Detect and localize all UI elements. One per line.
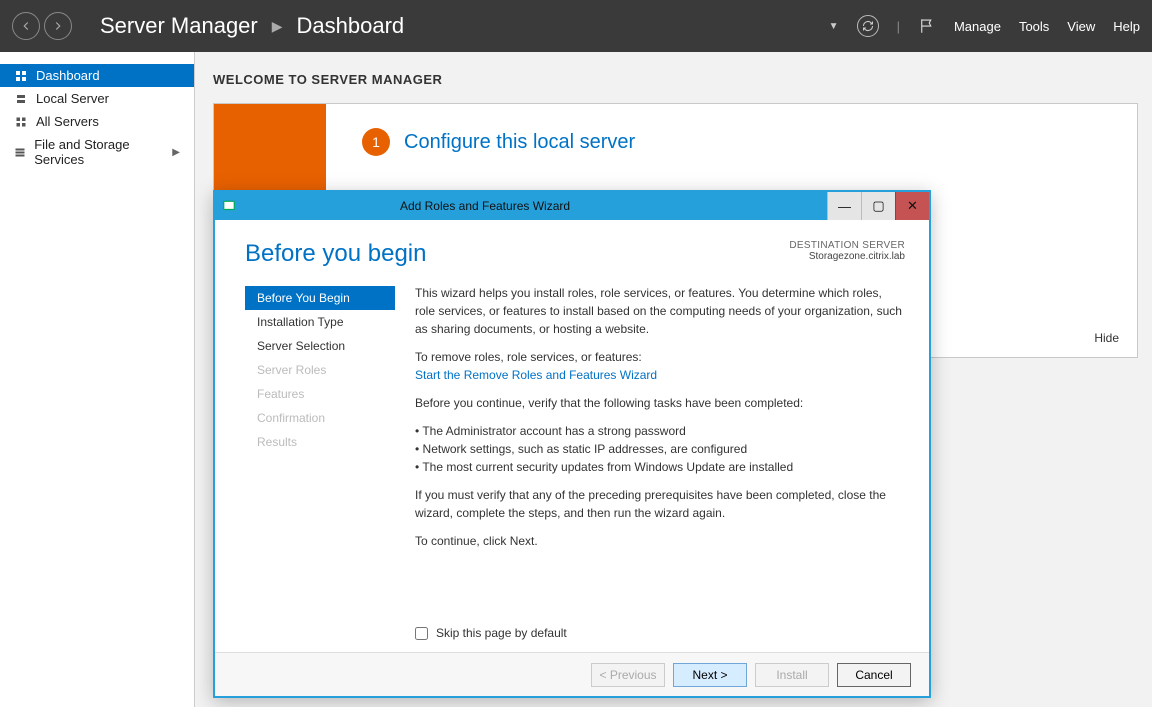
menu-help[interactable]: Help xyxy=(1113,19,1140,34)
sidebar-item-label: Dashboard xyxy=(36,68,100,83)
wizard-intro: This wizard helps you install roles, rol… xyxy=(415,284,905,338)
sidebar-item-label: Local Server xyxy=(36,91,109,106)
verify-label: Before you continue, verify that the fol… xyxy=(415,394,905,412)
close-button[interactable]: ✕ xyxy=(895,192,929,220)
menu-tools[interactable]: Tools xyxy=(1019,19,1049,34)
cancel-button[interactable]: Cancel xyxy=(837,663,911,687)
bullet-item: Network settings, such as static IP addr… xyxy=(415,440,905,458)
add-roles-wizard-dialog: Add Roles and Features Wizard — ▢ ✕ Befo… xyxy=(213,190,931,698)
destination-label: DESTINATION SERVER xyxy=(789,240,905,251)
skip-page-label: Skip this page by default xyxy=(436,624,567,642)
wizard-step-features: Features xyxy=(245,382,395,406)
server-icon xyxy=(14,93,28,105)
wizard-step-installation-type[interactable]: Installation Type xyxy=(245,310,395,334)
app-header: Server Manager ▶ Dashboard ▼ | Manage To… xyxy=(0,0,1152,52)
wizard-text: This wizard helps you install roles, rol… xyxy=(415,278,905,652)
header-right: ▼ | Manage Tools View Help xyxy=(829,15,1140,37)
dropdown-caret-icon[interactable]: ▼ xyxy=(829,21,839,32)
app-title: Server Manager xyxy=(100,13,258,39)
quickstart-step-1[interactable]: 1 Configure this local server xyxy=(362,128,1101,156)
chevron-right-icon: ▶ xyxy=(172,147,180,158)
wizard-step-confirmation: Confirmation xyxy=(245,406,395,430)
nav-arrows xyxy=(12,12,72,40)
wizard-titlebar[interactable]: Add Roles and Features Wizard — ▢ ✕ xyxy=(215,192,929,220)
forward-button[interactable] xyxy=(44,12,72,40)
sidebar-item-label: All Servers xyxy=(36,114,99,129)
close-note: If you must verify that any of the prece… xyxy=(415,486,905,522)
wizard-step-server-roles: Server Roles xyxy=(245,358,395,382)
window-buttons: — ▢ ✕ xyxy=(827,192,929,220)
wizard-content: Before You Begin Installation Type Serve… xyxy=(215,278,929,652)
chevron-right-icon: ▶ xyxy=(272,18,283,35)
remove-roles-link[interactable]: Start the Remove Roles and Features Wiza… xyxy=(415,368,657,382)
wizard-app-icon xyxy=(221,198,237,214)
next-button[interactable]: Next > xyxy=(673,663,747,687)
wizard-title: Add Roles and Features Wizard xyxy=(243,199,827,213)
wizard-step-server-selection[interactable]: Server Selection xyxy=(245,334,395,358)
wizard-body: Before you begin DESTINATION SERVER Stor… xyxy=(215,220,929,696)
wizard-heading: Before you begin xyxy=(245,240,426,268)
notifications-flag-icon[interactable] xyxy=(918,17,936,35)
prerequisite-list: The Administrator account has a strong p… xyxy=(415,422,905,476)
menu-manage[interactable]: Manage xyxy=(954,19,1001,34)
sidebar-item-label: File and Storage Services xyxy=(34,137,164,167)
sidebar: Dashboard Local Server All Servers File … xyxy=(0,52,195,707)
bullet-item: The Administrator account has a strong p… xyxy=(415,422,905,440)
maximize-button[interactable]: ▢ xyxy=(861,192,895,220)
skip-page-input[interactable] xyxy=(415,627,428,640)
continue-note: To continue, click Next. xyxy=(415,532,905,550)
sidebar-item-dashboard[interactable]: Dashboard xyxy=(0,64,194,87)
minimize-button[interactable]: — xyxy=(827,192,861,220)
sidebar-item-file-storage[interactable]: File and Storage Services ▶ xyxy=(0,133,194,171)
step-number-badge: 1 xyxy=(362,128,390,156)
refresh-button[interactable] xyxy=(857,15,879,37)
sidebar-item-local-server[interactable]: Local Server xyxy=(0,87,194,110)
divider: | xyxy=(897,19,900,34)
destination-server: DESTINATION SERVER Storagezone.citrix.la… xyxy=(789,240,905,262)
sidebar-item-all-servers[interactable]: All Servers xyxy=(0,110,194,133)
menu-view[interactable]: View xyxy=(1067,19,1095,34)
wizard-header-row: Before you begin DESTINATION SERVER Stor… xyxy=(215,220,929,278)
page-title: Dashboard xyxy=(297,13,405,39)
wizard-step-before-you-begin[interactable]: Before You Begin xyxy=(245,286,395,310)
welcome-heading: WELCOME TO SERVER MANAGER xyxy=(213,72,1138,87)
skip-page-checkbox[interactable]: Skip this page by default xyxy=(415,618,905,652)
dashboard-icon xyxy=(14,70,28,82)
install-button: Install xyxy=(755,663,829,687)
bullet-item: The most current security updates from W… xyxy=(415,458,905,476)
breadcrumb: Server Manager ▶ Dashboard xyxy=(100,13,404,39)
servers-icon xyxy=(14,116,28,128)
back-button[interactable] xyxy=(12,12,40,40)
wizard-footer: < Previous Next > Install Cancel xyxy=(215,652,929,696)
wizard-steps: Before You Begin Installation Type Serve… xyxy=(245,278,395,652)
wizard-step-results: Results xyxy=(245,430,395,454)
destination-value: Storagezone.citrix.lab xyxy=(789,251,905,262)
previous-button: < Previous xyxy=(591,663,665,687)
remove-label: To remove roles, role services, or featu… xyxy=(415,350,642,364)
step-link: Configure this local server xyxy=(404,131,635,154)
hide-link[interactable]: Hide xyxy=(1094,331,1119,345)
storage-icon xyxy=(14,146,26,158)
